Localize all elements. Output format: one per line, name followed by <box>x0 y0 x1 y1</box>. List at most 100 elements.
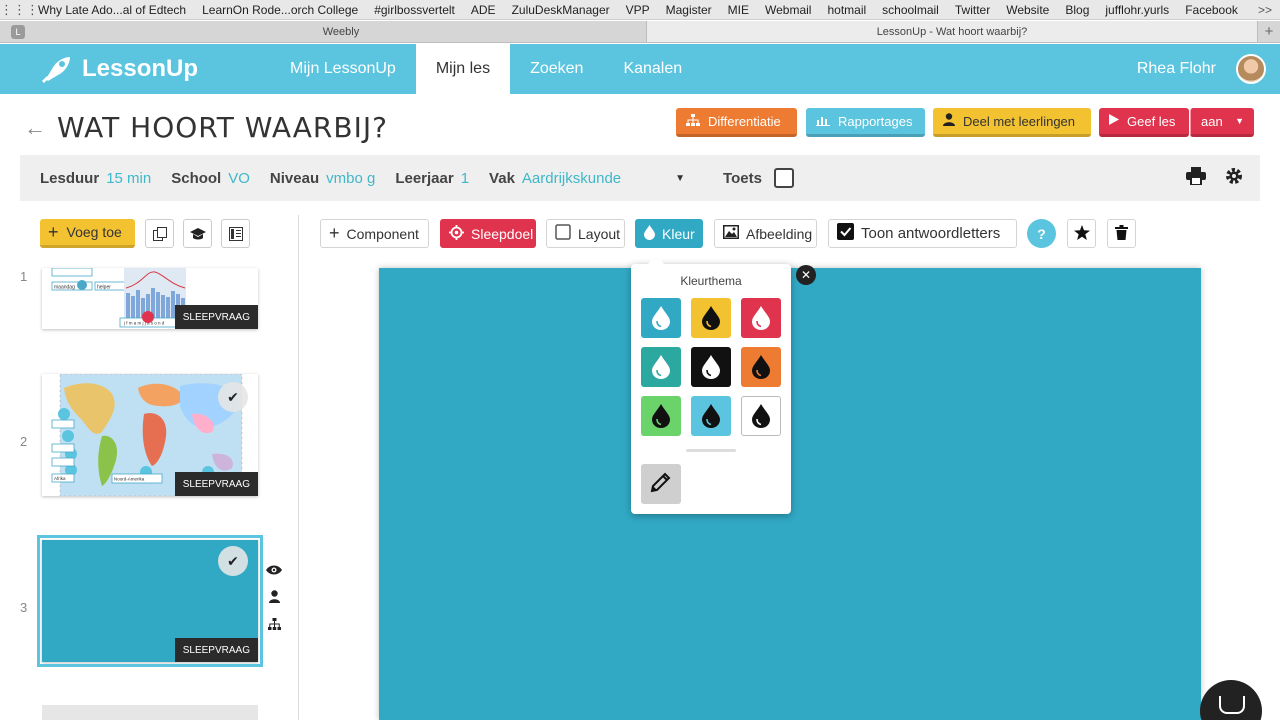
popover-divider <box>686 449 736 452</box>
settings-gear-icon[interactable] <box>1224 166 1244 191</box>
page-title: WAT HOORT WAARBIJ? <box>57 111 388 144</box>
bookmark-item[interactable]: VPP <box>618 3 658 17</box>
hierarchy-icon[interactable] <box>267 618 281 633</box>
droplet-icon <box>702 404 720 428</box>
bookmark-item[interactable]: Magister <box>658 3 720 17</box>
color-swatch[interactable] <box>741 347 781 387</box>
droplet-icon <box>752 404 770 428</box>
geef-les-button[interactable]: Geef les <box>1099 108 1189 137</box>
vak-value[interactable]: Aardrijkskunde <box>522 170 621 187</box>
droplet-icon <box>652 306 670 330</box>
droplet-icon <box>752 306 770 330</box>
toon-antwoordletters-toggle[interactable]: Toon antwoordletters <box>828 219 1017 248</box>
bookmark-item[interactable]: schoolmail <box>874 3 947 17</box>
trash-icon <box>1115 224 1128 243</box>
bookmark-item[interactable]: ZuluDeskManager <box>504 3 618 17</box>
slide1-label-a: maandag <box>54 285 75 291</box>
slide-number: 2 <box>20 434 28 449</box>
bookmark-item[interactable]: LearnOn Rode...orch College <box>194 3 366 17</box>
slide-thumbnail-3[interactable]: ✔ SLEEPVRAAG <box>37 535 263 667</box>
lesduur-label: Lesduur <box>40 169 100 187</box>
bookmarks-more-button[interactable]: >> <box>1258 3 1280 17</box>
school-value[interactable]: VO <box>228 170 250 187</box>
vak-dropdown-caret-icon[interactable]: ▼ <box>675 173 685 184</box>
afbeelding-button[interactable]: Afbeelding <box>714 219 817 248</box>
checkmark-icon: ✔ <box>218 546 248 576</box>
slide-number: 1 <box>20 269 28 284</box>
lessonup-logo[interactable]: LessonUp <box>40 55 270 83</box>
back-arrow-icon[interactable]: ← <box>24 115 46 141</box>
color-swatch[interactable] <box>691 298 731 338</box>
slide-type-tag: SLEEPVRAAG <box>174 472 258 496</box>
pencil-icon <box>649 470 673 499</box>
aan-dropdown[interactable]: aan ▼ <box>1190 108 1254 137</box>
color-swatch[interactable] <box>641 298 681 338</box>
bookmarks-bar: ⋮⋮⋮ Why Late Ado...al of Edtech LearnOn R… <box>0 0 1280 20</box>
bookmark-item[interactable]: Twitter <box>947 3 998 17</box>
toets-checkbox[interactable] <box>773 168 794 188</box>
bookmark-item[interactable]: hotmail <box>819 3 874 17</box>
component-button[interactable]: + Component <box>320 219 429 248</box>
slide-thumbnail-2[interactable]: Afrika Noord-Amerika ✔ SLEEPVRAAG <box>42 374 258 496</box>
bookmark-item[interactable]: Website <box>998 3 1057 17</box>
bookmark-item[interactable]: Webmail <box>757 3 819 17</box>
bookmark-item[interactable]: MIE <box>720 3 757 17</box>
lesduur-value[interactable]: 15 min <box>106 170 151 187</box>
color-swatch[interactable] <box>641 347 681 387</box>
rocket-icon <box>42 57 70 83</box>
help-button[interactable]: ? <box>1027 219 1056 248</box>
color-swatch[interactable] <box>741 298 781 338</box>
nav-mijn-lessonup[interactable]: Mijn LessonUp <box>270 44 416 94</box>
nav-mijn-les[interactable]: Mijn les <box>415 44 511 94</box>
duplicate-icon[interactable] <box>145 219 174 248</box>
bookmark-item[interactable]: jufflohr.yurls <box>1097 3 1177 17</box>
bookmark-item[interactable]: #girlbossvertelt <box>366 3 463 17</box>
bookmark-item[interactable]: Why Late Ado...al of Edtech <box>30 3 194 17</box>
deel-met-leerlingen-button[interactable]: Deel met leerlingen <box>933 108 1091 137</box>
tab-group-icon[interactable]: L <box>0 21 36 42</box>
user-icon[interactable] <box>268 590 280 606</box>
bookmark-item[interactable]: Facebook <box>1177 3 1246 17</box>
avatar[interactable] <box>1236 54 1266 84</box>
eye-icon[interactable] <box>266 563 282 578</box>
caret-down-icon: ▼ <box>1235 116 1244 126</box>
browser-tab-strip: L Weebly LessonUp - Wat hoort waarbij? + <box>0 21 1280 43</box>
star-button[interactable] <box>1067 219 1096 248</box>
custom-color-pencil-button[interactable] <box>641 464 681 504</box>
print-icon[interactable] <box>1186 166 1206 190</box>
droplet-icon <box>652 355 670 379</box>
new-tab-button[interactable]: + <box>1258 21 1280 42</box>
bookmark-item[interactable]: ADE <box>463 3 504 17</box>
differentiatie-button[interactable]: Differentiatie <box>676 108 797 137</box>
slide-layout-icon[interactable] <box>221 219 250 248</box>
hierarchy-icon <box>686 113 700 129</box>
color-swatch[interactable] <box>691 347 731 387</box>
user-name: Rhea Flohr <box>1136 60 1216 77</box>
nav-zoeken[interactable]: Zoeken <box>510 44 603 94</box>
layout-button[interactable]: Layout <box>546 219 625 248</box>
nav-kanalen[interactable]: Kanalen <box>603 44 702 94</box>
user-menu[interactable]: Rhea Flohr <box>1137 54 1280 84</box>
slide-thumbnail-4-partial[interactable] <box>42 705 258 720</box>
kleur-button[interactable]: Kleur <box>635 219 703 248</box>
niveau-value[interactable]: vmbo g <box>326 170 375 187</box>
delete-button[interactable] <box>1107 219 1136 248</box>
sleepdoel-button[interactable]: Sleepdoel <box>440 219 536 248</box>
leerjaar-value[interactable]: 1 <box>461 170 469 187</box>
chat-support-icon[interactable] <box>1200 680 1262 720</box>
bookmark-item[interactable]: Blog <box>1057 3 1097 17</box>
checkbox-checked-icon <box>837 223 854 244</box>
color-swatch[interactable] <box>691 396 731 436</box>
popover-title: Kleurthema <box>680 274 742 288</box>
vak-label: Vak <box>489 169 515 187</box>
browser-tab-lessonup[interactable]: LessonUp - Wat hoort waarbij? <box>647 21 1258 42</box>
voeg-toe-button[interactable]: + Voeg toe <box>40 219 135 248</box>
browser-tab-weebly[interactable]: Weebly <box>36 21 647 42</box>
apps-grid-icon[interactable]: ⋮⋮⋮ <box>0 2 39 18</box>
slide-thumbnail-1[interactable]: maandag helper j f m a m j j a s o n d S… <box>42 268 258 329</box>
color-swatch[interactable] <box>641 396 681 436</box>
color-swatch[interactable] <box>741 396 781 436</box>
graduation-cap-icon[interactable] <box>183 219 212 248</box>
close-popover-icon[interactable]: ✕ <box>796 265 816 285</box>
rapportages-button[interactable]: Rapportages <box>806 108 925 137</box>
